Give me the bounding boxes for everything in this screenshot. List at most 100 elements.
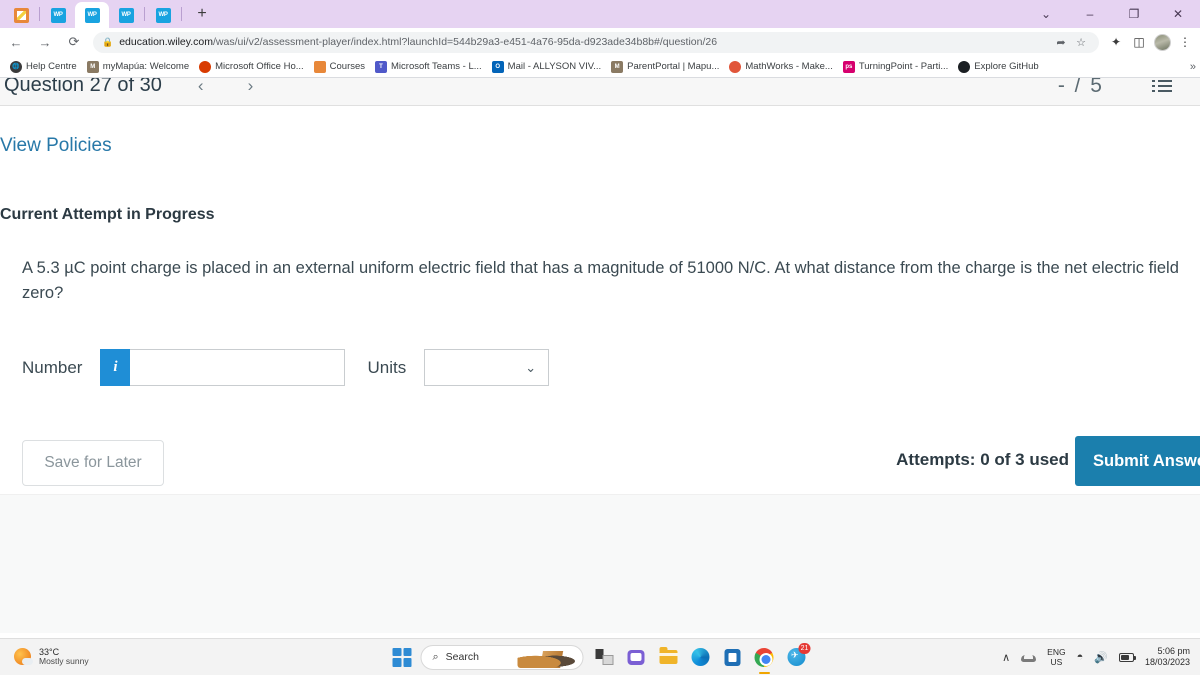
view-policies-link[interactable]: View Policies: [0, 135, 112, 157]
page-title: Question 27 of 30: [4, 78, 162, 96]
save-for-later-button[interactable]: Save for Later: [22, 440, 164, 486]
info-icon[interactable]: i: [100, 349, 131, 386]
browser-tab-4[interactable]: WP: [109, 2, 143, 28]
taskbar-chrome-button[interactable]: [753, 646, 776, 674]
question-navigation: ‹ ›: [198, 78, 253, 96]
bookmark-microsoft-teams[interactable]: T Microsoft Teams - L...: [370, 58, 487, 76]
next-question-icon[interactable]: ›: [248, 78, 254, 96]
answer-input-row: Number i Units ⌄: [22, 349, 550, 386]
bookmark-courses[interactable]: Courses: [309, 58, 370, 76]
tab-search-icon[interactable]: ⌄: [1024, 0, 1068, 28]
profile-avatar[interactable]: [1151, 31, 1173, 53]
onedrive-icon[interactable]: [1021, 652, 1037, 662]
google-chrome-icon: [754, 647, 774, 667]
file-explorer-icon: [659, 647, 677, 664]
forward-button[interactable]: →: [32, 29, 58, 55]
bookmark-microsoft-office[interactable]: Microsoft Office Ho...: [194, 58, 309, 76]
score-display: - / 5: [1057, 78, 1104, 97]
taskbar-edge-button[interactable]: [689, 646, 712, 669]
wiley-favicon-icon: WP: [50, 7, 66, 23]
partly-sunny-icon: [14, 648, 33, 666]
bookmark-mathworks[interactable]: MathWorks - Make...: [724, 58, 837, 76]
address-bar-url: education.wiley.com/was/ui/v2/assessment…: [119, 36, 718, 48]
tab-divider: [181, 7, 182, 21]
taskbar-store-button[interactable]: [721, 646, 744, 669]
chrome-menu-icon[interactable]: ⋮: [1174, 31, 1196, 53]
reload-button[interactable]: ⟳: [61, 29, 87, 55]
bookmark-explore-github[interactable]: Explore GitHub: [953, 58, 1043, 76]
bookmark-star-icon[interactable]: ☆: [1072, 33, 1090, 51]
tray-overflow-icon[interactable]: ∧: [1002, 651, 1010, 664]
notification-badge: 21: [798, 642, 811, 654]
units-select[interactable]: ⌄: [424, 349, 550, 386]
search-icon: ⌕: [432, 650, 439, 663]
bookmark-mail[interactable]: O Mail - ALLYSON VIV...: [487, 58, 606, 76]
widgets-icon: [595, 649, 613, 665]
start-button-icon[interactable]: [392, 647, 412, 667]
wiley-favicon-icon: WP: [118, 7, 134, 23]
taskbar-widgets-button[interactable]: [593, 646, 616, 669]
parentportal-icon: M: [611, 60, 624, 73]
browser-tab-2[interactable]: WP: [41, 2, 75, 28]
wifi-icon[interactable]: ◓: [1077, 651, 1084, 663]
minimize-button[interactable]: –: [1068, 0, 1112, 28]
taskbar-search-box[interactable]: ⌕ Search: [420, 644, 584, 670]
new-tab-button[interactable]: +: [189, 1, 215, 27]
teams-chat-icon: [627, 649, 645, 665]
weather-widget[interactable]: 33°C Mostly sunny: [14, 647, 89, 667]
lock-icon: 🔒: [102, 36, 114, 47]
tab-divider: [144, 7, 145, 21]
close-button[interactable]: ✕: [1156, 0, 1200, 28]
bookmark-mymapua[interactable]: M myMapúa: Welcome: [82, 58, 194, 76]
taskbar-clock[interactable]: 5:06 pm 18/03/2023: [1145, 646, 1190, 669]
taskbar-telegram-button[interactable]: 21: [785, 642, 811, 669]
clock-date: 18/03/2023: [1144, 657, 1190, 667]
browser-tab-5[interactable]: WP: [146, 2, 180, 28]
address-bar[interactable]: 🔒 education.wiley.com/was/ui/v2/assessme…: [93, 31, 1099, 53]
prev-question-icon[interactable]: ‹: [198, 78, 204, 96]
search-doodle-icon: [517, 650, 578, 668]
submit-answer-button[interactable]: Submit Answer: [1075, 436, 1200, 486]
back-button[interactable]: ←: [3, 29, 29, 55]
maximize-button[interactable]: ❐: [1112, 0, 1156, 28]
address-bar-actions: ➦ ☆: [1052, 33, 1090, 51]
weather-condition: Mostly sunny: [39, 656, 89, 667]
weather-text: 33°C Mostly sunny: [39, 647, 89, 667]
volume-icon[interactable]: 🔊: [1094, 651, 1108, 664]
mapua-icon: M: [86, 60, 99, 73]
number-field-group: i: [100, 349, 346, 386]
turningpoint-icon: ps: [842, 60, 855, 73]
chevron-down-icon: ⌄: [525, 359, 537, 375]
browser-tab-3-active[interactable]: WP: [75, 2, 109, 28]
question-text: A 5.3 µC point charge is placed in an ex…: [22, 259, 1179, 303]
battery-icon[interactable]: [1118, 652, 1136, 662]
share-icon[interactable]: ➦: [1052, 33, 1070, 51]
browser-tab-1[interactable]: [4, 2, 38, 28]
bookmarks-overflow-icon[interactable]: »: [1190, 61, 1196, 73]
window-controls: ⌄ – ❐ ✕: [1024, 0, 1200, 28]
outlook-icon: O: [491, 60, 504, 73]
number-input[interactable]: [130, 349, 346, 386]
canvas-courses-icon: [313, 60, 326, 73]
mathworks-icon: [729, 60, 742, 73]
ime-line-1: ENG: [1047, 646, 1066, 657]
microsoft-edge-icon: [691, 648, 709, 666]
toolbar-actions: ✦ ◫ ⋮: [1105, 31, 1200, 53]
attempts-counter: Attempts: 0 of 3 used: [896, 450, 1069, 469]
language-indicator[interactable]: ENG US: [1047, 647, 1065, 667]
bookmark-help-centre[interactable]: 🌐 Help Centre: [5, 58, 82, 76]
units-label: Units: [367, 357, 407, 377]
taskbar-teams-button[interactable]: [625, 646, 648, 669]
bookmark-turningpoint[interactable]: ps TurningPoint - Parti...: [838, 58, 953, 76]
side-panel-icon[interactable]: ◫: [1128, 31, 1150, 53]
taskbar-file-explorer-button[interactable]: [657, 646, 680, 669]
taskbar-center: ⌕ Search 21: [392, 642, 811, 674]
wiley-favicon-icon: WP: [84, 7, 100, 23]
extensions-icon[interactable]: ✦: [1105, 31, 1127, 53]
list-menu-icon[interactable]: [1152, 79, 1172, 92]
page-footer-area: [0, 494, 1200, 633]
canvas-favicon-icon: [13, 7, 29, 23]
active-app-indicator: [758, 671, 770, 674]
teams-icon: T: [375, 60, 388, 73]
bookmark-parentportal[interactable]: M ParentPortal | Mapu...: [606, 58, 724, 76]
